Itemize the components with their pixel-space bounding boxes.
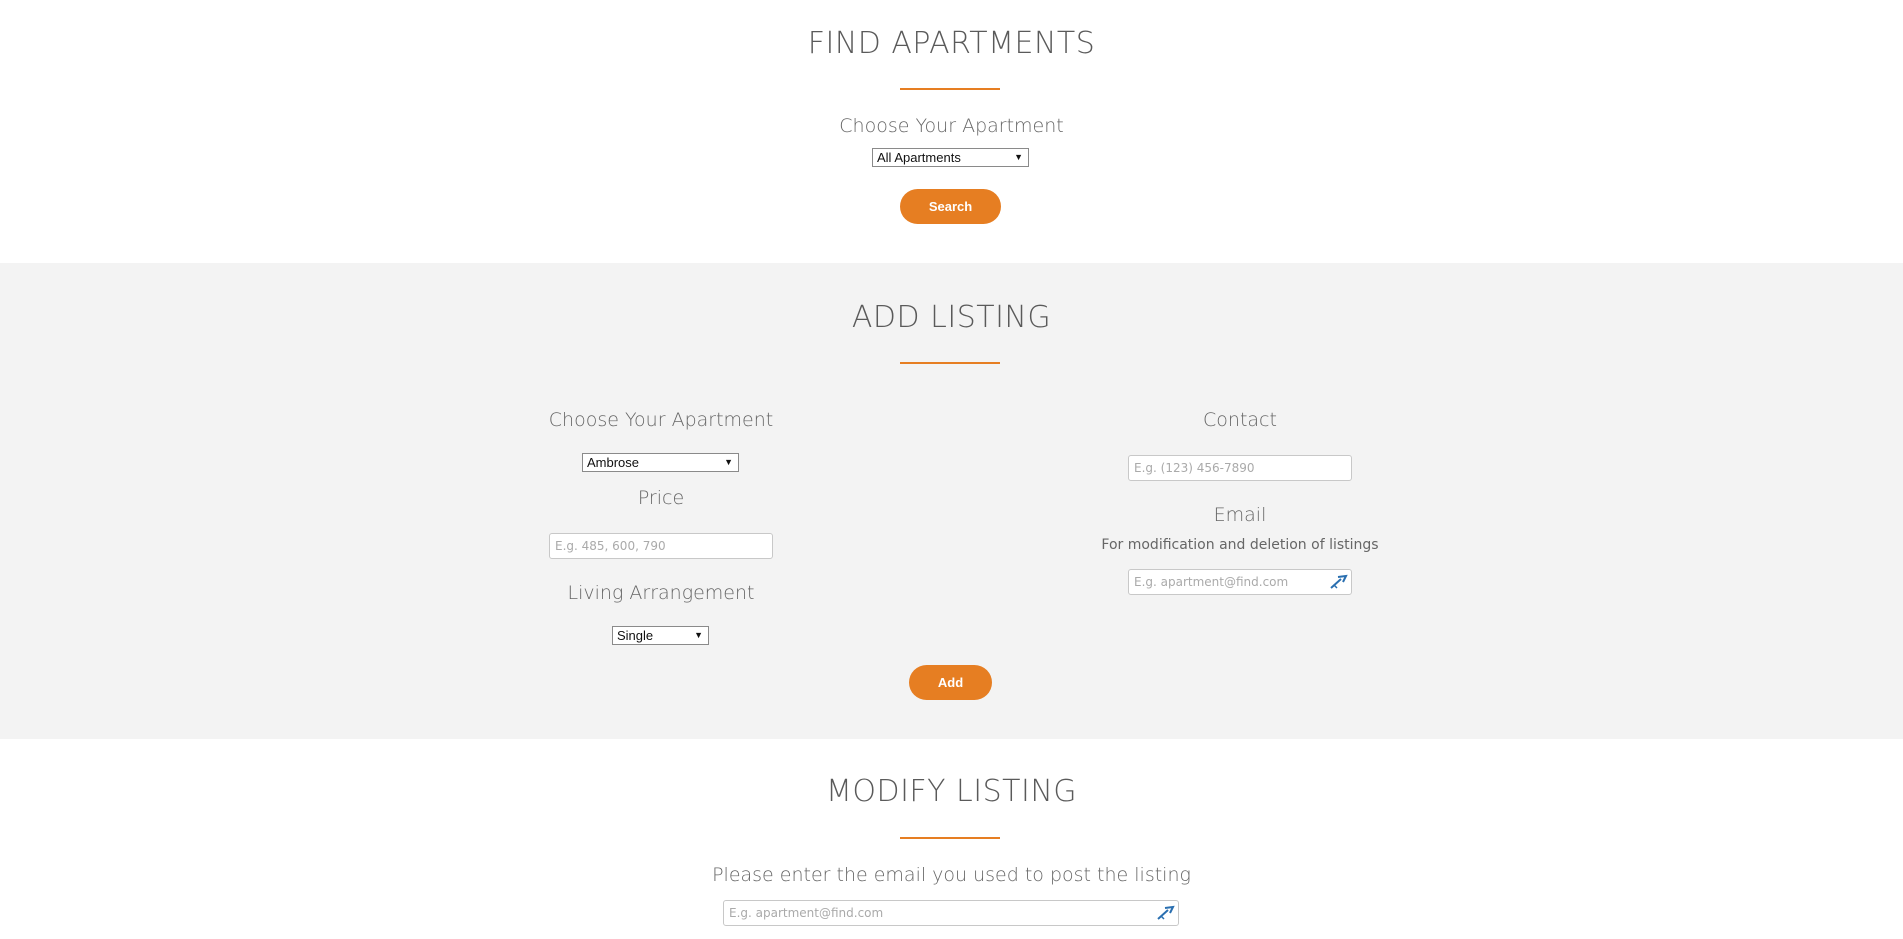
- email-label: Email: [1213, 504, 1267, 526]
- modify-prompt: Please enter the email you used to post …: [712, 864, 1191, 886]
- modify-listing-section: MODIFY LISTING Please enter the email yo…: [0, 739, 1903, 939]
- contact-label: Contact: [1203, 409, 1277, 431]
- chevron-down-icon: ▼: [694, 630, 703, 640]
- add-apartment-select[interactable]: Ambrose ▼: [582, 453, 739, 472]
- contact-input-placeholder: E.g. (123) 456-7890: [1134, 461, 1255, 475]
- chevron-down-icon: ▼: [1014, 152, 1023, 162]
- email-note: For modification and deletion of listing…: [1101, 537, 1379, 553]
- find-apartments-title: FIND APARTMENTS: [807, 26, 1096, 61]
- add-listing-section: ADD LISTING Choose Your Apartment Ambros…: [0, 263, 1903, 739]
- find-apartment-select-value: All Apartments: [877, 150, 961, 165]
- autofill-key-icon[interactable]: [1155, 904, 1175, 922]
- add-title-divider: [900, 362, 1000, 364]
- price-label: Price: [637, 487, 685, 509]
- find-choose-apartment-label: Choose Your Apartment: [839, 115, 1064, 137]
- modify-email-input-placeholder: E.g. apartment@find.com: [729, 906, 884, 920]
- living-arrangement-select-value: Single: [617, 628, 654, 643]
- price-input[interactable]: E.g. 485, 600, 790: [549, 533, 773, 559]
- contact-input[interactable]: E.g. (123) 456-7890: [1128, 455, 1352, 481]
- modify-email-input[interactable]: E.g. apartment@find.com: [723, 900, 1179, 926]
- living-arrangement-label: Living Arrangement: [567, 582, 755, 604]
- add-email-input-placeholder: E.g. apartment@find.com: [1134, 575, 1289, 589]
- find-apartments-section: FIND APARTMENTS Choose Your Apartment Al…: [0, 0, 1903, 263]
- living-arrangement-select[interactable]: Single ▼: [612, 626, 709, 645]
- search-button[interactable]: Search: [900, 189, 1001, 224]
- add-choose-apartment-label: Choose Your Apartment: [548, 409, 774, 431]
- add-button[interactable]: Add: [909, 665, 992, 700]
- find-apartment-select[interactable]: All Apartments ▼: [872, 148, 1029, 167]
- add-email-input[interactable]: E.g. apartment@find.com: [1128, 569, 1352, 595]
- find-title-divider: [900, 88, 1000, 90]
- modify-title-divider: [900, 837, 1000, 839]
- autofill-key-icon[interactable]: [1328, 573, 1348, 591]
- price-input-placeholder: E.g. 485, 600, 790: [555, 539, 666, 553]
- chevron-down-icon: ▼: [724, 457, 733, 467]
- modify-listing-title: MODIFY LISTING: [825, 774, 1078, 809]
- add-apartment-select-value: Ambrose: [587, 455, 640, 470]
- add-listing-title: ADD LISTING: [851, 300, 1052, 335]
